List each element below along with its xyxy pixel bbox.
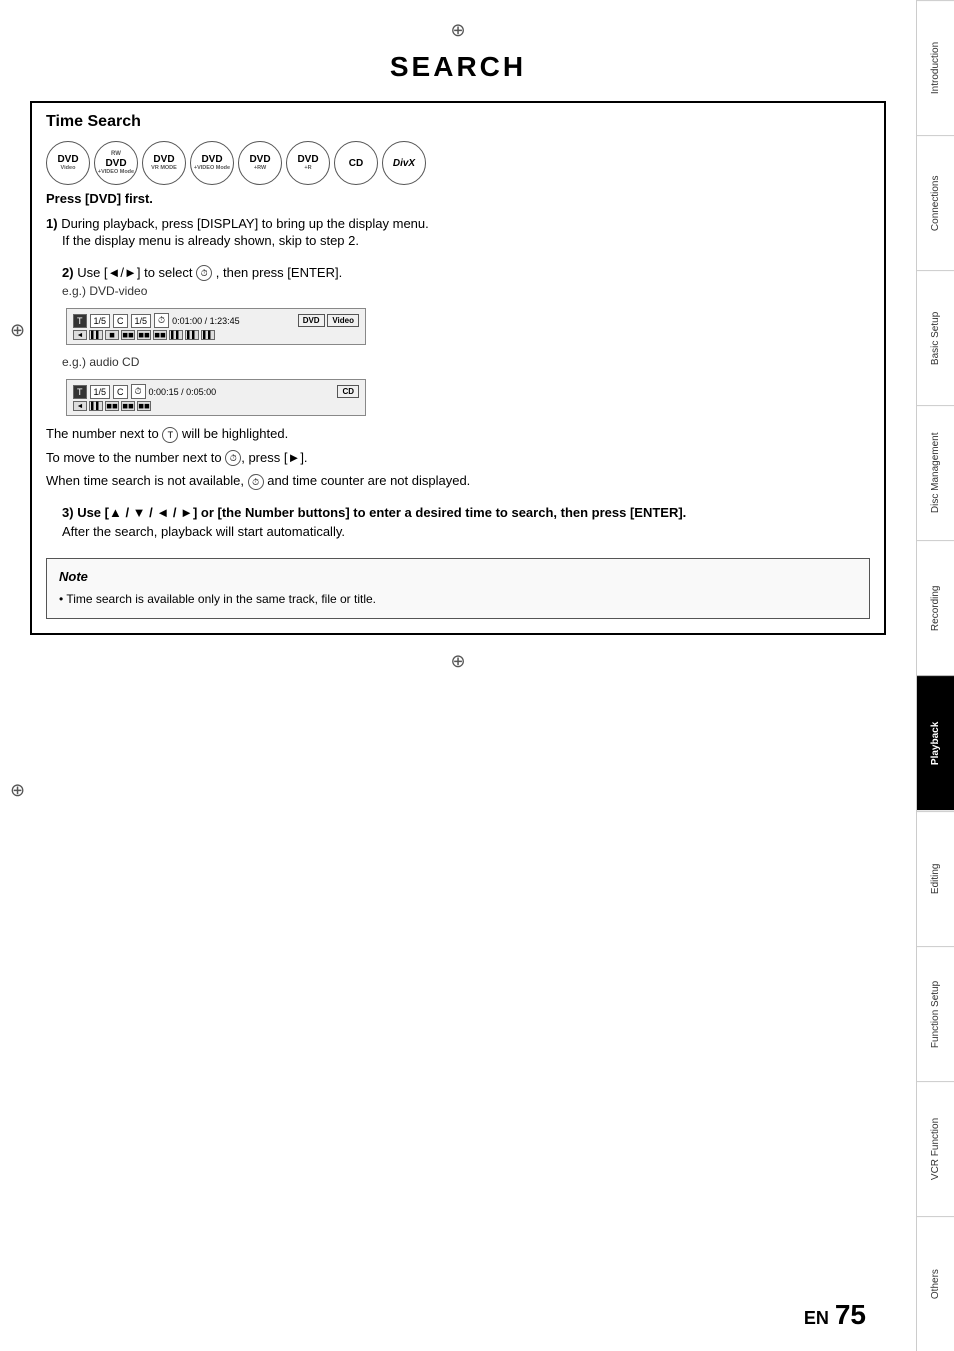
osd-cd-track: 1/5 [90, 385, 111, 399]
sidebar-tab-connections[interactable]: Connections [917, 135, 954, 270]
main-content: ⊕ SEARCH Time Search DVD Video RW DVD [0, 0, 916, 1351]
disc-badges-row: DVD Video RW DVD +VIDEO Mode DVD VR MODE [46, 141, 870, 185]
osd-t-cell: T [73, 314, 87, 328]
sidebar-tab-playback[interactable]: Playback [917, 675, 954, 810]
note-box: Note • Time search is available only in … [46, 558, 870, 619]
osd-icon-stop: ◼ [105, 330, 119, 340]
press-note: Press [DVD] first. [46, 191, 870, 206]
osd-cd: T 1/5 C ⏱ 0:00:15 / 0:05:00 CD ◄ ▌▌ [66, 379, 366, 416]
when-note: When time search is not available, ⏱ and… [46, 471, 870, 491]
osd-dvd-row2: ◄ ▌▌ ◼ ◼◼ ◼◼ ◼◼ ▌▌ ▌▌ ▌▌ [73, 330, 359, 340]
osd-cd-icon-stop: ◼◼ [105, 401, 119, 411]
sidebar-tab-introduction[interactable]: Introduction [917, 0, 954, 135]
osd-icon-search: ◄ [73, 330, 87, 340]
highlight-note: The number next to T will be highlighted… [46, 424, 870, 444]
osd-dvd-badge-area: DVD Video [298, 314, 359, 327]
osd-cd-row1-left: T 1/5 C ⏱ 0:00:15 / 0:05:00 [73, 384, 216, 399]
section-box: Time Search DVD Video RW DVD +VIDEO Mode [30, 101, 886, 635]
step-1: 1) During playback, press [DISPLAY] to b… [46, 216, 870, 251]
note-text: Time search is available only in the sam… [66, 592, 376, 606]
sidebar-tab-editing[interactable]: Editing [917, 811, 954, 946]
left-crosshair-bottom: ⊕ [10, 780, 25, 801]
osd-cd-clock-cell: ⏱ [131, 384, 146, 399]
osd-icon-rpt: ▌▌ [201, 330, 215, 340]
osd-dvd-row1-left: T 1/5 C 1/5 ⏱ 0:01:00 / 1:23:45 [73, 313, 240, 328]
dvd-badge: DVD [298, 314, 325, 327]
osd-dvd-video: T 1/5 C 1/5 ⏱ 0:01:00 / 1:23:45 DVD Vide… [66, 308, 366, 345]
osd-track: 1/5 [90, 314, 111, 328]
step-1-text: During playback, press [DISPLAY] to brin… [61, 216, 429, 231]
eg2-label: e.g.) audio CD [46, 353, 870, 371]
note-title: Note [59, 569, 857, 584]
cd-badge: CD [337, 385, 359, 398]
step-3-strong: Use [▲ / ▼ / ◄ / ►] or [the Number butto… [77, 505, 686, 520]
disc-badge-dvd-r: DVD +R [286, 141, 330, 185]
move-note: To move to the number next to ⏱, press [… [46, 448, 870, 468]
disc-badge-dvd-rw: DVD +RW [238, 141, 282, 185]
disc-badge-dvd-video: DVD Video [46, 141, 90, 185]
clock-icon-inline2: ⏱ [248, 474, 264, 490]
eg1-label: e.g.) DVD-video [46, 282, 870, 300]
disc-badge-dvd-vr: DVD VR MODE [142, 141, 186, 185]
step-2-text: 2) Use [◄/►] to select ⏱ , then press [E… [46, 263, 870, 283]
osd-cd-badge-area: CD [337, 385, 359, 398]
sidebar-tab-basic-setup[interactable]: Basic Setup [917, 270, 954, 405]
step-3-num: 3) [62, 505, 74, 520]
disc-badge-dvd-rw-video: RW DVD +VIDEO Mode [94, 141, 138, 185]
osd-chapter: 1/5 [131, 314, 152, 328]
osd-cd-c-cell: C [113, 385, 128, 399]
bottom-bar: EN 75 [804, 1299, 866, 1331]
osd-cd-icon-search: ◄ [73, 401, 87, 411]
left-crosshair-top: ⊕ [10, 320, 25, 341]
bottom-crosshair-decoration: ⊕ [30, 651, 886, 672]
top-crosshair-decoration: ⊕ [30, 20, 886, 41]
bottom-page-num: 75 [835, 1299, 866, 1331]
sidebar-tab-recording[interactable]: Recording [917, 540, 954, 675]
osd-icon-pause: ▌▌ [89, 330, 103, 340]
osd-cd-t-cell: T [73, 385, 87, 399]
osd-dvd-row1: T 1/5 C 1/5 ⏱ 0:01:00 / 1:23:45 DVD Vide… [73, 313, 359, 328]
time-icon: ⏱ [196, 265, 212, 281]
step-2: 2) Use [◄/►] to select ⏱ , then press [E… [46, 263, 870, 491]
disc-badge-dvd-video-mode: DVD +VIDEO Mode [190, 141, 234, 185]
step-2-num: 2) [62, 265, 74, 280]
osd-icon-prev: ◼◼ [153, 330, 167, 340]
step-2-label: Use [◄/►] to select [77, 265, 196, 280]
osd-c-cell: C [113, 314, 128, 328]
osd-icon-rew: ◼◼ [121, 330, 135, 340]
osd-cd-icon-rew: ◼◼ [121, 401, 135, 411]
clock-icon-inline: ⏱ [225, 450, 241, 466]
osd-icon-rec: ▌▌ [185, 330, 199, 340]
step-1-sub: If the display menu is already shown, sk… [46, 231, 870, 251]
section-title: Time Search [46, 113, 870, 131]
bottom-lang: EN [804, 1308, 829, 1329]
osd-cd-row2: ◄ ▌▌ ◼◼ ◼◼ ◼◼ [73, 401, 359, 411]
osd-icon-ff: ◼◼ [137, 330, 151, 340]
osd-time-dvd: 0:01:00 / 1:23:45 [172, 316, 240, 326]
video-badge: Video [327, 314, 359, 327]
note-content: • Time search is available only in the s… [59, 590, 857, 608]
step-3-text: 3) Use [▲ / ▼ / ◄ / ►] or [the Number bu… [46, 503, 870, 523]
osd-icon-next: ▌▌ [169, 330, 183, 340]
step-1-num: 1) [46, 216, 58, 231]
sidebar-tab-vcr-function[interactable]: VCR Function [917, 1081, 954, 1216]
step-2-label2: , then press [ENTER]. [216, 265, 342, 280]
osd-cd-icon-ff: ◼◼ [137, 401, 151, 411]
sidebar-tab-others[interactable]: Others [917, 1216, 954, 1351]
disc-badge-divx: DivX [382, 141, 426, 185]
osd-clock-cell: ⏱ [154, 313, 169, 328]
page-wrapper: ⊕ SEARCH Time Search DVD Video RW DVD [0, 0, 954, 1351]
sidebar-tab-disc-management[interactable]: Disc Management [917, 405, 954, 540]
osd-time-cd: 0:00:15 / 0:05:00 [149, 387, 217, 397]
sidebar-tab-function-setup[interactable]: Function Setup [917, 946, 954, 1081]
step-3: 3) Use [▲ / ▼ / ◄ / ►] or [the Number bu… [46, 503, 870, 542]
disc-badge-cd: CD [334, 141, 378, 185]
osd-cd-row1: T 1/5 C ⏱ 0:00:15 / 0:05:00 CD [73, 384, 359, 399]
page-title: SEARCH [30, 51, 886, 83]
right-sidebar: Introduction Connections Basic Setup Dis… [916, 0, 954, 1351]
osd-cd-icon-pause: ▌▌ [89, 401, 103, 411]
t-icon-inline: T [162, 427, 178, 443]
step-3-sub: After the search, playback will start au… [46, 522, 870, 542]
